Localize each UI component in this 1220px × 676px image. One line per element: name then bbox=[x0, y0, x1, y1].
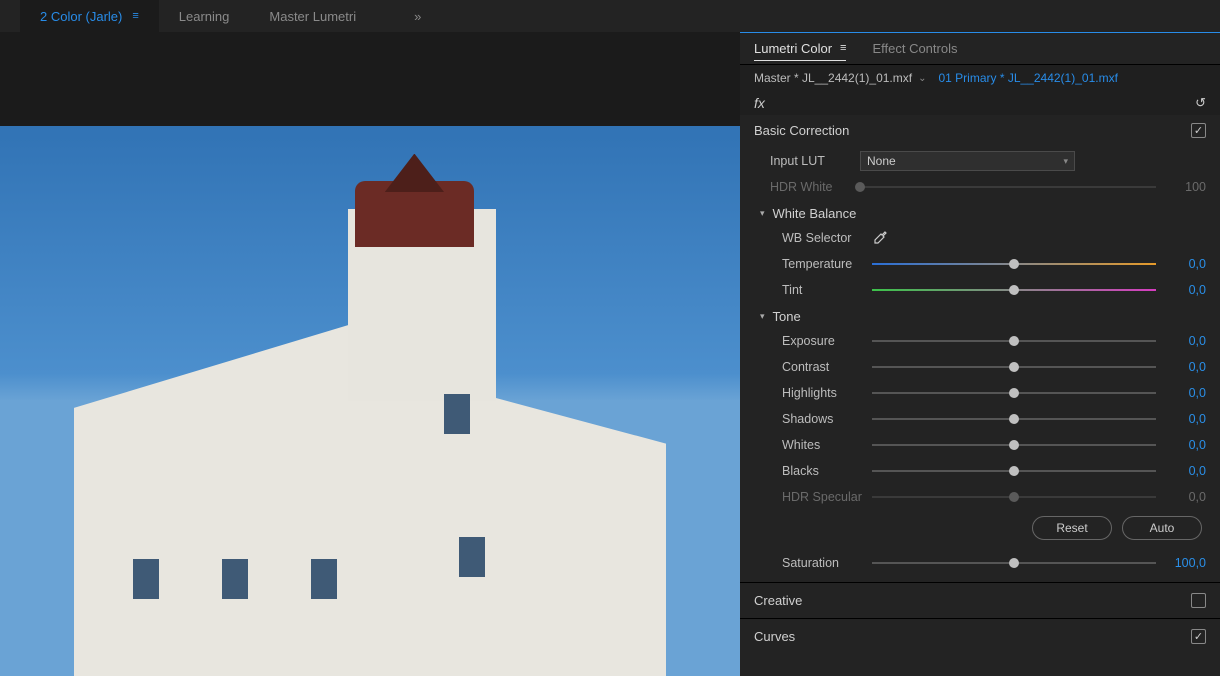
chevron-double-right-icon: » bbox=[414, 9, 421, 24]
chevron-down-icon: ▾ bbox=[1063, 156, 1068, 167]
contrast-slider[interactable] bbox=[872, 366, 1156, 368]
creative-toggle[interactable] bbox=[1191, 593, 1206, 608]
temperature-value[interactable]: 0,0 bbox=[1166, 257, 1206, 271]
clip-breadcrumb: Master * JL__2442(1)_01.mxf ⌄ 01 Primary… bbox=[740, 65, 1220, 91]
section-curves[interactable]: Curves bbox=[740, 621, 1220, 652]
section-creative[interactable]: Creative bbox=[740, 585, 1220, 616]
whites-slider[interactable] bbox=[872, 444, 1156, 446]
tab-lumetri-color[interactable]: Lumetri Color ≡ bbox=[754, 41, 846, 61]
basic-correction-toggle[interactable] bbox=[1191, 123, 1206, 138]
saturation-value[interactable]: 100,0 bbox=[1166, 556, 1206, 570]
hamburger-icon[interactable]: ≡ bbox=[840, 42, 846, 54]
program-monitor bbox=[0, 32, 740, 676]
eyedropper-icon[interactable] bbox=[872, 230, 888, 246]
tint-slider[interactable] bbox=[872, 289, 1156, 291]
shadows-slider[interactable] bbox=[872, 418, 1156, 420]
current-clip-link[interactable]: 01 Primary * JL__2442(1)_01.mxf bbox=[938, 71, 1117, 85]
subsection-white-balance[interactable]: ▾ White Balance bbox=[740, 200, 1220, 225]
panel-tab-bar: Lumetri Color ≡ Effect Controls bbox=[740, 33, 1220, 65]
workspace-tab-master-lumetri[interactable]: Master Lumetri bbox=[249, 0, 376, 32]
input-lut-select[interactable]: None ▾ bbox=[860, 151, 1075, 171]
reset-effect-icon[interactable]: ↺ bbox=[1195, 95, 1206, 111]
disclosure-triangle-icon: ▾ bbox=[760, 208, 765, 219]
reset-button[interactable]: Reset bbox=[1032, 516, 1112, 540]
workspace-tab-bar: 2 Color (Jarle) ≡ Learning Master Lumetr… bbox=[0, 0, 1220, 32]
saturation-slider[interactable] bbox=[872, 562, 1156, 564]
hdr-white-row: HDR White 100 bbox=[740, 174, 1220, 200]
master-clip-label: Master * JL__2442(1)_01.mxf bbox=[754, 71, 912, 85]
highlights-value[interactable]: 0,0 bbox=[1166, 386, 1206, 400]
lumetri-panel: Lumetri Color ≡ Effect Controls Master *… bbox=[740, 32, 1220, 676]
exposure-slider[interactable] bbox=[872, 340, 1156, 342]
tint-row: Tint 0,0 bbox=[740, 277, 1220, 303]
temperature-row: Temperature 0,0 bbox=[740, 251, 1220, 277]
workspace-tab-learning[interactable]: Learning bbox=[159, 0, 250, 32]
exposure-value[interactable]: 0,0 bbox=[1166, 334, 1206, 348]
workspace-tab-label: 2 Color (Jarle) bbox=[40, 9, 122, 24]
auto-button[interactable]: Auto bbox=[1122, 516, 1202, 540]
blacks-slider[interactable] bbox=[872, 470, 1156, 472]
shadows-value[interactable]: 0,0 bbox=[1166, 412, 1206, 426]
workspace-tab-color[interactable]: 2 Color (Jarle) ≡ bbox=[20, 0, 159, 32]
chevron-down-icon[interactable]: ⌄ bbox=[918, 73, 926, 84]
contrast-value[interactable]: 0,0 bbox=[1166, 360, 1206, 374]
input-lut-row: Input LUT None ▾ bbox=[740, 148, 1220, 174]
subsection-tone[interactable]: ▾ Tone bbox=[740, 303, 1220, 328]
section-basic-correction[interactable]: Basic Correction bbox=[740, 115, 1220, 146]
disclosure-triangle-icon: ▾ bbox=[760, 311, 765, 322]
blacks-value[interactable]: 0,0 bbox=[1166, 464, 1206, 478]
temperature-slider[interactable] bbox=[872, 263, 1156, 265]
hdr-white-slider bbox=[860, 186, 1156, 188]
hdr-specular-slider bbox=[872, 496, 1156, 498]
fx-row: fx ↺ bbox=[740, 91, 1220, 115]
tab-effect-controls[interactable]: Effect Controls bbox=[872, 41, 957, 56]
tint-value[interactable]: 0,0 bbox=[1166, 283, 1206, 297]
highlights-slider[interactable] bbox=[872, 392, 1156, 394]
video-frame-placeholder bbox=[0, 126, 740, 676]
whites-value[interactable]: 0,0 bbox=[1166, 438, 1206, 452]
hamburger-icon[interactable]: ≡ bbox=[132, 10, 138, 22]
curves-toggle[interactable] bbox=[1191, 629, 1206, 644]
fx-label[interactable]: fx bbox=[754, 95, 765, 111]
workspace-overflow-button[interactable]: » bbox=[406, 9, 429, 24]
wb-selector-row: WB Selector bbox=[740, 225, 1220, 251]
